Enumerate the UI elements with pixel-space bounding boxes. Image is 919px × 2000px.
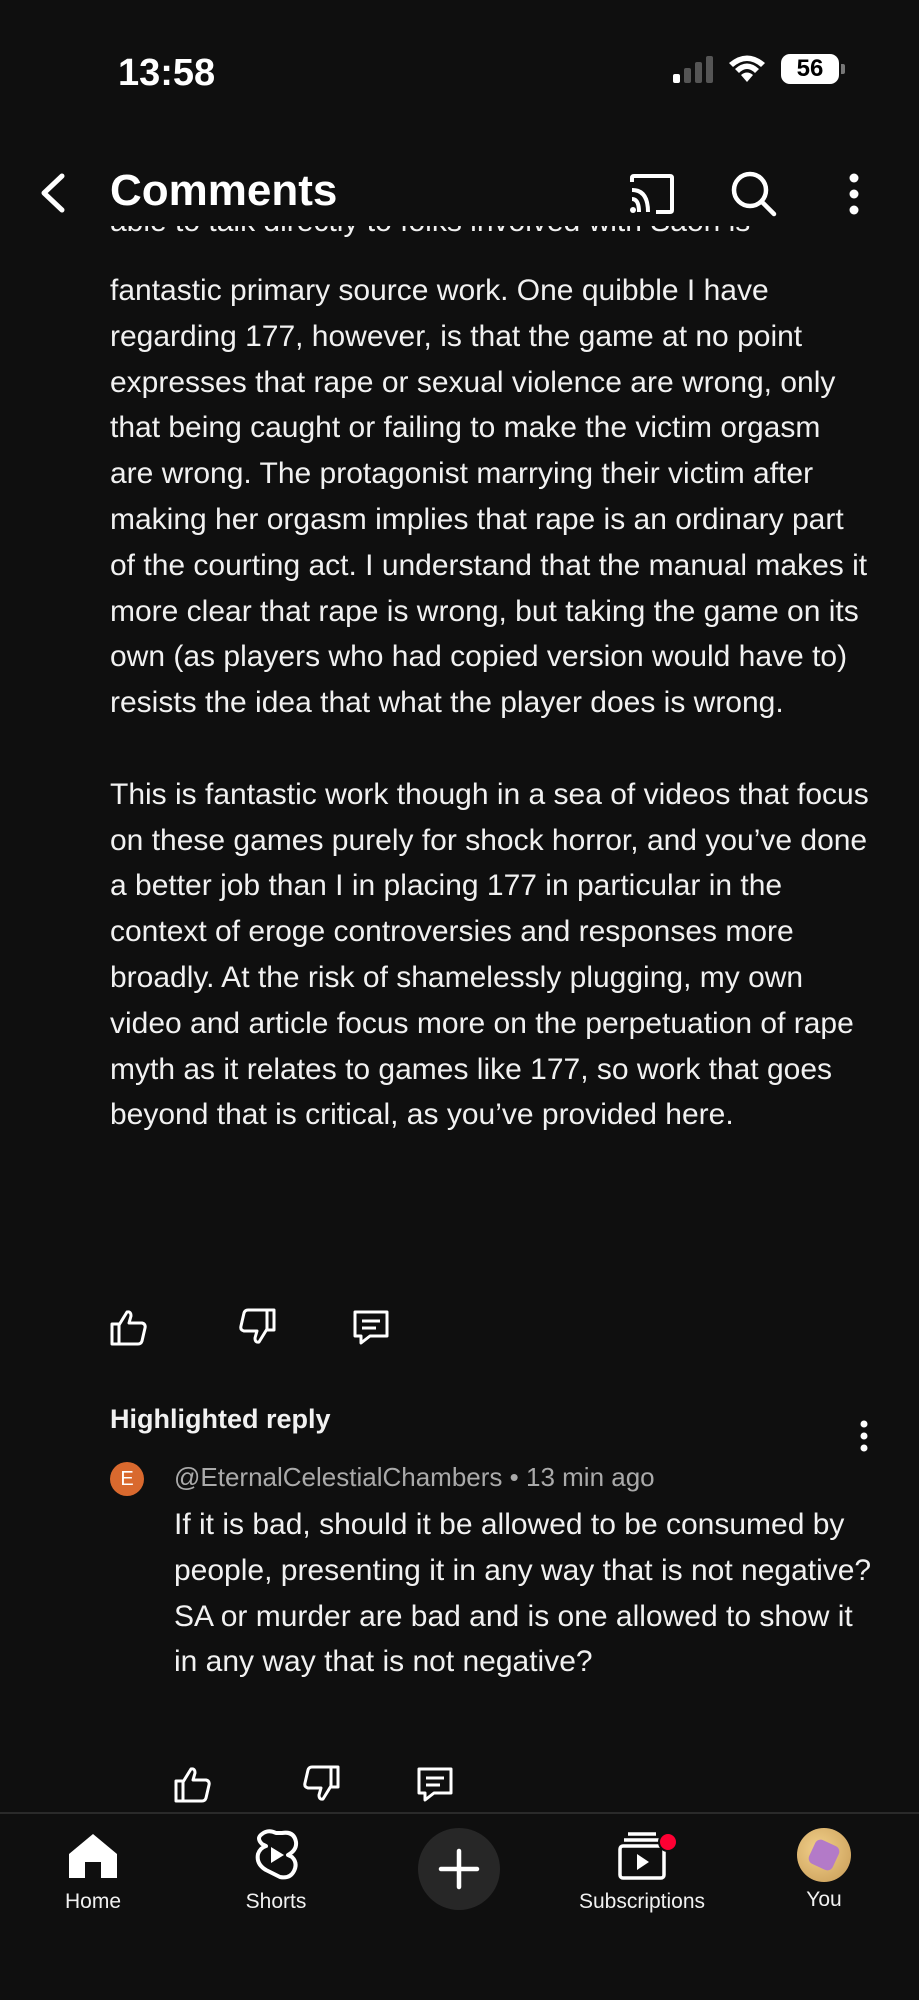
search-button[interactable] [728, 168, 780, 220]
nav-you[interactable]: You [744, 1828, 904, 1912]
reply-meta: @EternalCelestialChambers • 13 min ago [174, 1462, 655, 1493]
reply-author[interactable]: @EternalCelestialChambers [174, 1462, 502, 1492]
clipped-comment-line: able to talk directly to folks involved … [110, 226, 870, 246]
nav-you-label: You [806, 1888, 842, 1911]
highlighted-reply-label: Highlighted reply [110, 1404, 331, 1434]
reply-more-button[interactable] [852, 1418, 876, 1454]
comment-paragraph: fantastic primary source work. One quibb… [110, 274, 868, 720]
like-button[interactable] [108, 1306, 150, 1348]
reply-comment-icon [417, 1767, 453, 1802]
reply-text: If it is bad, should it be allowed to be… [174, 1508, 872, 1679]
search-icon [731, 171, 777, 217]
cellular-signal-icon [673, 55, 713, 83]
comment-text: fantastic primary source work. One quibb… [110, 268, 870, 1138]
comments-screen: 13:58 56 Comments fantastic primary sour… [0, 0, 919, 2000]
avatar[interactable]: E [110, 1462, 144, 1496]
thumbs-down-icon [239, 1308, 276, 1344]
meta-separator: • [509, 1462, 519, 1492]
nav-shorts-label: Shorts [245, 1890, 307, 1913]
battery-indicator: 56 [781, 54, 845, 84]
comment-paragraph: This is fantastic work though in a sea o… [110, 777, 869, 1132]
dislike-button[interactable] [236, 1306, 278, 1348]
wifi-icon [729, 55, 765, 82]
nav-shorts[interactable]: Shorts [196, 1828, 356, 1914]
status-icons: 56 [673, 54, 845, 84]
reply-actions [172, 1763, 456, 1805]
comment-actions [108, 1306, 392, 1348]
shorts-icon [255, 1829, 299, 1880]
nav-home-label: Home [64, 1890, 122, 1913]
profile-avatar [797, 1828, 851, 1882]
cast-button[interactable] [626, 168, 678, 220]
notification-dot [658, 1832, 678, 1852]
nav-home[interactable]: Home [13, 1828, 173, 1914]
reply-comment-icon [353, 1310, 389, 1345]
nav-subscriptions[interactable]: Subscriptions [562, 1828, 722, 1914]
plus-icon [438, 1848, 480, 1890]
more-vertical-icon [849, 173, 859, 215]
reply-dislike-button[interactable] [300, 1763, 342, 1805]
back-button[interactable] [30, 168, 78, 218]
thumbs-down-icon [303, 1765, 340, 1801]
back-icon [41, 173, 65, 213]
thumbs-up-icon [110, 1310, 147, 1346]
home-icon [69, 1834, 117, 1878]
status-time: 13:58 [118, 52, 216, 94]
reply-time: 13 min ago [526, 1462, 655, 1492]
more-vertical-icon [860, 1420, 868, 1452]
reply-reply-button[interactable] [414, 1763, 456, 1805]
comments-header: Comments [0, 160, 919, 226]
nav-subscriptions-label: Subscriptions [578, 1890, 706, 1913]
bottom-navigation: Home Shorts Subscriptions You [0, 1812, 919, 2000]
create-button[interactable] [418, 1828, 500, 1910]
page-title: Comments [110, 166, 338, 215]
thumbs-up-icon [174, 1767, 211, 1803]
reply-like-button[interactable] [172, 1763, 214, 1805]
reply-button[interactable] [350, 1306, 392, 1348]
cast-icon [630, 174, 674, 214]
clipped-comment-text: able to talk directly to folks involved … [110, 226, 870, 245]
more-options-button[interactable] [830, 168, 878, 220]
